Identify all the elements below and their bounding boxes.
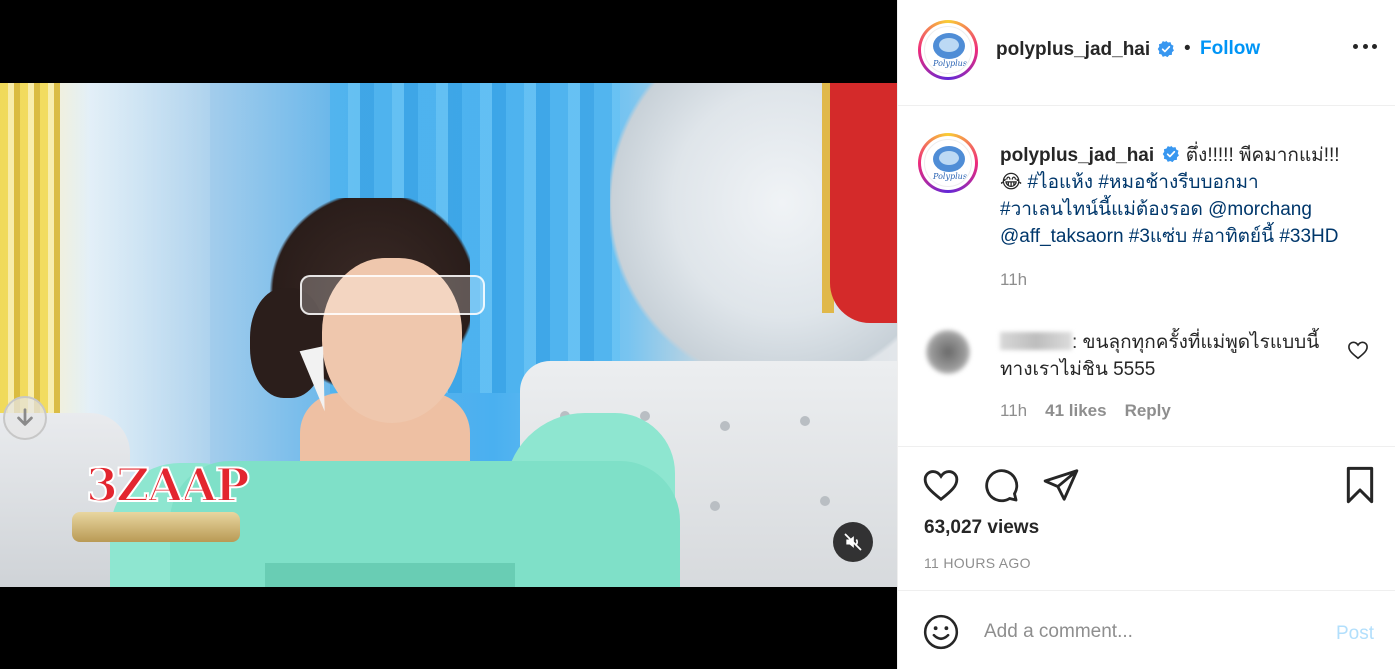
- comment-body: : ขนลุกทุกครั้งที่แม่พูดไรแบบนี้ ทางเราไ…: [1000, 329, 1330, 383]
- face-shield: [300, 275, 485, 315]
- hashtag-link[interactable]: #วาเลนไทน์นี้แม่ต้องรอด: [1000, 199, 1203, 220]
- comment-meta: 11h 41 likes Reply: [1000, 401, 1171, 421]
- post-side-panel: Polyplus polyplus_jad_hai • Follow Polyp…: [897, 0, 1395, 669]
- hashtag-link[interactable]: #หมอช้างรีบบอกมา: [1098, 172, 1258, 193]
- caption-timestamp[interactable]: 11h: [1000, 270, 1027, 290]
- comment-timestamp[interactable]: 11h: [1000, 401, 1027, 421]
- follow-button[interactable]: Follow: [1200, 38, 1260, 60]
- heart-icon: [923, 470, 959, 502]
- logo-brand-text: Polyplus: [933, 172, 967, 181]
- caption-text: ตึ่ง!!!!! พีคมากแม่!!!: [1185, 145, 1340, 166]
- more-options-icon[interactable]: [1353, 44, 1377, 52]
- sofa-tuft: [800, 416, 810, 426]
- more-dot: [1353, 44, 1358, 49]
- comment-button[interactable]: [982, 466, 1020, 504]
- speaker-muted-icon: [844, 533, 862, 551]
- video-frame[interactable]: 3ZAAP: [0, 83, 897, 587]
- separator-dot: •: [1184, 38, 1191, 59]
- laughing-emoji: 😂: [1000, 172, 1023, 193]
- show-logo-text: 3ZAAP: [85, 457, 251, 513]
- horse-saddle: [830, 83, 897, 323]
- dress-smocking: [265, 563, 515, 587]
- more-dot: [1372, 44, 1377, 49]
- speech-bubble-icon: [985, 469, 1019, 503]
- view-count[interactable]: 63,027 views: [924, 517, 1039, 539]
- post-age[interactable]: 11 HOURS AGO: [924, 555, 1031, 571]
- hashtag-link[interactable]: #อาทิตย์นี้: [1192, 226, 1274, 247]
- post-comment-button[interactable]: Post: [1336, 623, 1374, 645]
- download-button[interactable]: [3, 396, 47, 440]
- verified-badge-icon: [1163, 145, 1180, 163]
- post-media[interactable]: 3ZAAP: [0, 0, 897, 669]
- comment-input[interactable]: [984, 615, 1314, 649]
- reply-button[interactable]: Reply: [1125, 401, 1171, 421]
- hashtag-link[interactable]: #ไอแห้ง: [1027, 172, 1093, 193]
- sofa-tuft: [720, 421, 730, 431]
- author-avatar[interactable]: Polyplus: [918, 20, 978, 80]
- logo-globe-highlight: [939, 151, 959, 165]
- logo-globe-highlight: [939, 38, 959, 52]
- post-caption: polyplus_jad_hai ตึ่ง!!!!! พีคมากแม่!!! …: [1000, 142, 1380, 250]
- paper-plane-icon: [1043, 469, 1079, 501]
- verified-badge-icon: [1157, 40, 1174, 58]
- show-logo: 3ZAAP: [72, 457, 251, 548]
- commenter-username-blurred[interactable]: [1000, 332, 1072, 350]
- more-dot: [1362, 44, 1368, 49]
- show-logo-base: [72, 512, 240, 542]
- mention-link[interactable]: @morchang: [1208, 199, 1312, 220]
- avatar-ring-gap: Polyplus: [921, 136, 975, 190]
- hashtag-link[interactable]: #3แซ่บ: [1129, 226, 1187, 247]
- save-button[interactable]: [1341, 466, 1379, 504]
- logo-brand-text: Polyplus: [933, 59, 967, 68]
- sofa-tuft: [710, 501, 720, 511]
- arrow-down-icon: [17, 408, 33, 426]
- like-button[interactable]: [922, 466, 960, 504]
- author-username[interactable]: polyplus_jad_hai: [996, 39, 1150, 61]
- share-button[interactable]: [1042, 466, 1080, 504]
- mute-button[interactable]: [833, 522, 873, 562]
- caption-username[interactable]: polyplus_jad_hai: [1000, 145, 1154, 166]
- caption-author-avatar[interactable]: Polyplus: [918, 133, 978, 193]
- add-comment-bar: Post: [898, 590, 1395, 669]
- mention-link[interactable]: @aff_taksaorn: [1000, 226, 1124, 247]
- comment-likes[interactable]: 41 likes: [1045, 401, 1106, 421]
- polyplus-logo: Polyplus: [924, 139, 972, 187]
- hashtag-link[interactable]: #33HD: [1279, 226, 1338, 247]
- divider: [898, 446, 1395, 447]
- smiley-icon[interactable]: [922, 613, 960, 651]
- polyplus-logo: Polyplus: [924, 26, 972, 74]
- avatar-ring-gap: Polyplus: [921, 23, 975, 77]
- like-comment-heart-icon[interactable]: [1347, 340, 1369, 360]
- commenter-avatar[interactable]: [926, 330, 970, 374]
- bookmark-icon: [1346, 466, 1374, 504]
- sofa-tuft: [820, 496, 830, 506]
- post-header: Polyplus polyplus_jad_hai • Follow: [898, 0, 1395, 106]
